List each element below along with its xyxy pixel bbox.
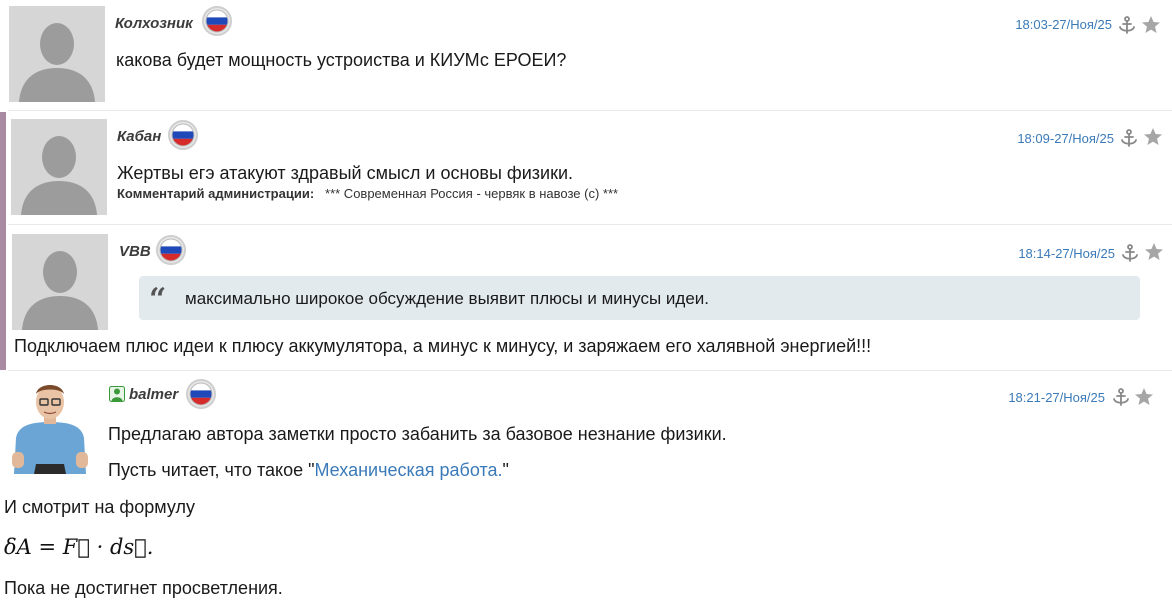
comment-text: Предлагаю автора заметки просто забанить… (108, 424, 727, 444)
admin-comment: Комментарий администрации: *** Современн… (117, 186, 618, 201)
comment-timestamp[interactable]: 18:14-27/Ноя/25 (1018, 246, 1115, 261)
anchor-icon[interactable] (1119, 128, 1139, 148)
anchor-icon[interactable] (1117, 15, 1137, 35)
quote-block: “ максимально широкое обсуждение выявит … (139, 276, 1140, 320)
divider (8, 370, 1172, 371)
comment-author[interactable]: VBB (119, 243, 151, 260)
divider (8, 224, 1172, 225)
divider (8, 110, 1172, 111)
admin-comment-label: Комментарий администрации: (117, 186, 315, 201)
thread-bar (0, 112, 6, 370)
comment-text: Жертвы егэ атакуют здравый смысл и основ… (117, 163, 574, 183)
comment-author[interactable]: Кабан (117, 128, 161, 145)
default-avatar-icon (11, 119, 107, 215)
russia-flag-icon (202, 6, 232, 36)
text-fragment: Пусть читает, что такое " (108, 460, 315, 480)
comment-text: Подключаем плюс идеи к плюсу аккумулятор… (14, 336, 872, 356)
comment-timestamp[interactable]: 18:21-27/Ноя/25 (1008, 390, 1105, 405)
star-icon[interactable] (1144, 242, 1164, 262)
quote-icon: “ (149, 282, 167, 317)
mechanical-work-link[interactable]: Механическая работа. (314, 460, 502, 480)
comment-author[interactable]: balmer (129, 386, 178, 403)
russia-flag-icon (168, 120, 198, 150)
user-badge-icon (109, 386, 125, 402)
comment-timestamp[interactable]: 18:09-27/Ноя/25 (1017, 131, 1114, 146)
avatar[interactable] (12, 234, 108, 330)
default-avatar-icon (12, 234, 108, 330)
quote-text: максимально широкое обсуждение выявит пл… (185, 289, 709, 308)
comment-text: Пусть читает, что такое "Механическая ра… (108, 460, 509, 481)
man-avatar-icon (6, 378, 94, 474)
avatar[interactable] (11, 119, 107, 215)
star-icon[interactable] (1141, 15, 1161, 35)
russia-flag-icon (186, 379, 216, 409)
star-icon[interactable] (1143, 127, 1163, 147)
russia-flag-icon (156, 235, 186, 265)
text-fragment: " (502, 460, 509, 480)
comment-text: И смотрит на формулу (4, 497, 195, 517)
comment-text: какова будет мощность устроиства и КИУМс… (116, 50, 567, 70)
comment-timestamp[interactable]: 18:03-27/Ноя/25 (1015, 17, 1112, 32)
comment-text: Пока не достигнет просветления. (4, 578, 283, 598)
default-avatar-icon (9, 6, 105, 102)
admin-comment-text: *** Современная Россия - червяк в навозе… (325, 186, 619, 201)
formula: δA = F⃗ · ds⃗. (4, 535, 154, 559)
star-icon[interactable] (1134, 387, 1154, 407)
comment-author[interactable]: Колхозник (115, 15, 193, 32)
avatar[interactable] (9, 6, 105, 102)
anchor-icon[interactable] (1120, 243, 1140, 263)
anchor-icon[interactable] (1111, 387, 1131, 407)
avatar[interactable] (6, 378, 94, 474)
